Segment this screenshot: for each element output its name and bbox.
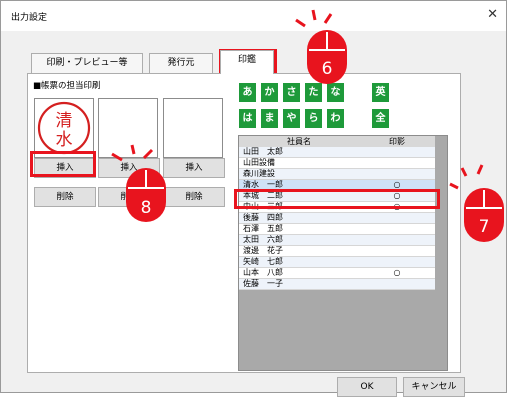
svg-text:清: 清 (56, 111, 73, 131)
tab-print-preview[interactable]: 印刷・プレビュー等 (31, 53, 143, 73)
column-header-stamp[interactable]: 印影 (359, 136, 435, 147)
mouse-click-icon-8: 8 (111, 144, 166, 222)
table-row[interactable]: 佐藤 一子 (239, 279, 435, 290)
cancel-button[interactable]: キャンセル (403, 377, 465, 397)
title-bar: 出力設定 ✕ (1, 1, 506, 31)
kana-button-ka[interactable]: か (261, 83, 278, 102)
kana-button-a[interactable]: あ (239, 83, 256, 102)
employee-name-cell: 山田 太郎 (243, 147, 283, 156)
delete-button-1[interactable]: 削除 (34, 187, 96, 207)
kana-button-ma[interactable]: ま (261, 109, 278, 128)
table-row[interactable]: 石澤 五郎 (239, 224, 435, 235)
table-row[interactable]: 清水 一郎 ○ (239, 180, 435, 191)
callout-number-8: 8 (141, 198, 152, 218)
kana-button-all[interactable]: 全 (372, 109, 389, 128)
employee-name-cell: 後藤 四郎 (243, 213, 283, 222)
employee-name-cell: 山田設備 (243, 158, 275, 167)
kana-button-alpha[interactable]: 英 (372, 83, 389, 102)
kana-button-ha[interactable]: は (239, 109, 256, 128)
kana-button-ra[interactable]: ら (305, 109, 322, 128)
table-row[interactable]: 矢崎 七郎 (239, 257, 435, 268)
employee-stamp-grid[interactable]: 社員名 印影 山田 太郎山田設備森川建設清水 一郎 ○ 本城 二郎 ○ 中山 三郎 ○ 後藤… (238, 135, 448, 371)
kana-button-ya[interactable]: や (283, 109, 300, 128)
seal-stamp-image: 清 水 (37, 101, 91, 155)
column-header-employee[interactable]: 社員名 (239, 136, 359, 147)
grid-header: 社員名 印影 (239, 136, 435, 147)
kana-button-wa[interactable]: わ (327, 109, 344, 128)
mouse-click-icon-7: 7 (449, 164, 504, 242)
stamp-status-cell: ○ (393, 202, 401, 211)
stamp-status-cell: ○ (393, 191, 401, 200)
stamp-tab-panel: ■帳票の担当印刷 清 水 挿入 挿入 挿入 削除 削除 削除 あ か さ た な… (27, 73, 461, 373)
table-row[interactable]: 森川建設 (239, 169, 435, 180)
tab-issuer[interactable]: 発行元 (149, 53, 213, 73)
employee-name-cell: 山本 八郎 (243, 268, 283, 277)
window-title: 出力設定 (11, 13, 48, 23)
employee-name-cell: 太田 六郎 (243, 235, 283, 244)
close-icon[interactable]: ✕ (487, 7, 498, 22)
employee-name-cell: 矢崎 七郎 (243, 257, 283, 266)
callout-number-6: 6 (322, 59, 333, 79)
table-row[interactable]: 渡邊 花子 (239, 246, 435, 257)
stamp-status-cell: ○ (393, 268, 401, 277)
table-row[interactable]: 太田 六郎 (239, 235, 435, 246)
table-row[interactable]: 本城 二郎 ○ (239, 191, 435, 202)
employee-name-cell: 森川建設 (243, 169, 275, 178)
employee-name-cell: 佐藤 一子 (243, 279, 283, 288)
table-row[interactable]: 後藤 四郎 (239, 213, 435, 224)
mouse-click-icon-6: 6 (295, 9, 347, 84)
table-row[interactable]: 山本 八郎 ○ (239, 268, 435, 279)
insert-button-1[interactable]: 挿入 (34, 158, 96, 178)
callout-number-7: 7 (479, 217, 490, 237)
output-settings-dialog: 出力設定 ✕ 印刷・プレビュー等 発行元 印鑑 ■帳票の担当印刷 清 水 挿入 … (0, 0, 507, 397)
table-row[interactable]: 山田設備 (239, 158, 435, 169)
employee-name-cell: 中山 三郎 (243, 202, 283, 211)
section-title: ■帳票の担当印刷 (33, 81, 101, 91)
table-row[interactable]: 中山 三郎 ○ (239, 202, 435, 213)
svg-text:水: 水 (56, 130, 73, 150)
ok-button[interactable]: OK (337, 377, 397, 397)
tab-stamp[interactable]: 印鑑 (220, 50, 274, 74)
table-row[interactable]: 山田 太郎 (239, 147, 435, 158)
employee-name-cell: 渡邊 花子 (243, 246, 283, 255)
employee-name-cell: 石澤 五郎 (243, 224, 283, 233)
stamp-status-cell: ○ (393, 180, 401, 189)
employee-name-cell: 清水 一郎 (243, 180, 283, 189)
employee-name-cell: 本城 二郎 (243, 191, 283, 200)
stamp-slot-1[interactable]: 清 水 (34, 98, 94, 158)
